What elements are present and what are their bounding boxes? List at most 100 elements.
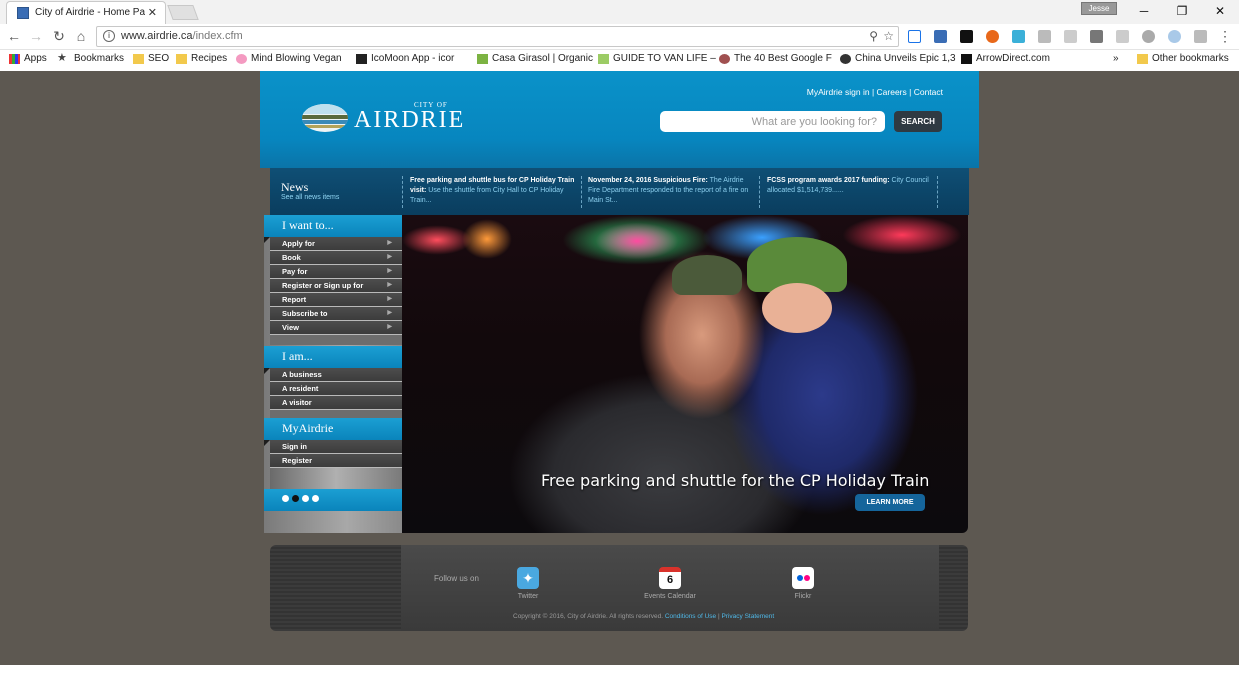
learn-more-button[interactable]: LEARN MORE: [855, 494, 925, 511]
search-input[interactable]: [660, 111, 885, 132]
extension-fire-icon[interactable]: [986, 30, 999, 43]
extension-grid-icon[interactable]: [934, 30, 947, 43]
bookmark-bookmarks[interactable]: ★ Bookmarks: [57, 52, 124, 64]
restore-icon[interactable]: ❐: [1163, 0, 1201, 24]
news-divider: [937, 176, 938, 208]
logo-landscape-icon: [302, 104, 348, 132]
site-info-icon[interactable]: i: [103, 30, 115, 42]
bookmark-van-life[interactable]: GUIDE TO VAN LIFE –: [598, 53, 716, 64]
news-item[interactable]: November 24, 2016 Suspicious Fire: The A…: [588, 176, 753, 206]
menu-item-pay-for[interactable]: Pay for ▶: [270, 265, 402, 279]
privacy-statement-link[interactable]: Privacy Statement: [721, 613, 774, 620]
new-tab-button[interactable]: [167, 5, 199, 20]
extension-screenshot-icon[interactable]: [908, 30, 921, 43]
arrow-right-icon: ▶: [387, 268, 392, 274]
menu-item-view[interactable]: View ▶: [270, 321, 402, 335]
slider-dot[interactable]: [312, 495, 319, 502]
events-calendar-link[interactable]: 6 Events Calendar: [640, 567, 700, 600]
sidebar: I want to... Apply for ▶ Book ▶ Pay for ▶ R…: [264, 215, 402, 533]
hero-slide[interactable]: Free parking and shuttle for the CP Holi…: [402, 215, 968, 533]
slider-pagination: [264, 489, 402, 511]
extension-chat-icon[interactable]: [1090, 30, 1103, 43]
extension-book-icon[interactable]: [1064, 30, 1077, 43]
arrow-right-icon: ▶: [387, 254, 392, 260]
bookmark-recipes[interactable]: Recipes: [176, 53, 227, 64]
site-icon: [598, 53, 609, 64]
bookmark-apps[interactable]: Apps: [9, 53, 47, 64]
news-item[interactable]: Free parking and shuttle bus for CP Holi…: [410, 176, 575, 206]
extension-cloud-icon[interactable]: [1142, 30, 1155, 43]
menu-spacer: [270, 410, 402, 418]
twitter-link[interactable]: ✦ Twitter: [498, 567, 558, 600]
menu-icon[interactable]: ⋮: [1216, 27, 1234, 45]
calendar-icon: 6: [659, 567, 681, 589]
arrow-right-icon: ▶: [387, 310, 392, 316]
reload-icon[interactable]: ↻: [50, 27, 68, 45]
see-all-news-link[interactable]: See all news items: [281, 194, 339, 201]
menu-item-subscribe[interactable]: Subscribe to ▶: [270, 307, 402, 321]
bookmark-star-icon[interactable]: ☆: [883, 29, 894, 43]
address-bar[interactable]: i www.airdrie.ca/index.cfm ⚲ ☆: [96, 26, 899, 47]
site-footer: Follow us on ✦ Twitter 6 Events Calendar…: [270, 545, 968, 631]
bookmark-arrowdirect[interactable]: ArrowDirect.com: [961, 53, 1050, 64]
bookmark-icomoon[interactable]: IcoMoon App - icor: [356, 53, 454, 64]
menu-item-visitor[interactable]: A visitor: [270, 396, 402, 410]
search-icon[interactable]: ⚲: [869, 29, 878, 43]
slider-dot[interactable]: [282, 495, 289, 502]
profile-button[interactable]: Jesse: [1081, 2, 1117, 15]
menu-item-report[interactable]: Report ▶: [270, 293, 402, 307]
bookmark-40-best-google[interactable]: The 40 Best Google F: [719, 53, 832, 64]
slider-dot-active[interactable]: [292, 495, 299, 502]
site-icon: [840, 53, 851, 64]
menu-spacer: [270, 468, 402, 489]
bookmark-casa-girasol[interactable]: Casa Girasol | Organic: [477, 53, 593, 64]
copyright: Copyright © 2016, City of Airdrie. All r…: [513, 613, 775, 620]
arrow-right-icon: ▶: [387, 324, 392, 330]
bookmark-china-unveils[interactable]: China Unveils Epic 1,3: [840, 53, 956, 64]
site-icon: [356, 53, 367, 64]
bookmarks-bar: Apps ★ Bookmarks SEO Recipes Mind Blowing…: [0, 51, 1239, 69]
menu-item-register[interactable]: Register or Sign up for ▶: [270, 279, 402, 293]
menu-item-apply-for[interactable]: Apply for ▶: [270, 237, 402, 251]
menu-item-register-account[interactable]: Register: [270, 454, 402, 468]
extension-eyedropper-icon[interactable]: [1012, 30, 1025, 43]
contact-link[interactable]: Contact: [914, 87, 943, 97]
extension-translate-icon[interactable]: [1116, 30, 1129, 43]
myairdrie-signin-link[interactable]: MyAirdrie sign in: [807, 87, 870, 97]
news-bar: News See all news items Free parking and…: [270, 168, 969, 215]
extension-dark-icon[interactable]: [960, 30, 973, 43]
browser-tab[interactable]: City of Airdrie - Home Pa ✕: [6, 1, 166, 24]
extension-k-icon[interactable]: [1194, 30, 1207, 43]
city-logo[interactable]: CITY OF AIRDRIE: [302, 99, 502, 139]
news-divider: [581, 176, 582, 208]
extension-globe-icon[interactable]: [1168, 30, 1181, 43]
bookmark-seo[interactable]: SEO: [133, 53, 169, 64]
forward-icon[interactable]: →: [27, 27, 45, 45]
browser-toolbar: ← → ↻ ⌂ i www.airdrie.ca/index.cfm ⚲ ☆ ⋮: [0, 24, 1239, 50]
extension-c-icon[interactable]: [1038, 30, 1051, 43]
bookmarks-overflow[interactable]: »: [1113, 53, 1119, 64]
home-icon[interactable]: ⌂: [72, 27, 90, 45]
conditions-of-use-link[interactable]: Conditions of Use: [665, 613, 716, 620]
minimize-icon[interactable]: ─: [1125, 0, 1163, 24]
slider-dot[interactable]: [302, 495, 309, 502]
menu-item-book[interactable]: Book ▶: [270, 251, 402, 265]
menu-item-business[interactable]: A business: [270, 368, 402, 382]
bookmark-other[interactable]: Other bookmarks: [1137, 53, 1229, 64]
tab-title: City of Airdrie - Home Pa: [35, 7, 145, 18]
menu-item-sign-in[interactable]: Sign in: [270, 440, 402, 454]
news-item[interactable]: FCSS program awards 2017 funding: City C…: [767, 176, 932, 196]
menu-item-resident[interactable]: A resident: [270, 382, 402, 396]
close-window-icon[interactable]: ✕: [1201, 0, 1239, 24]
i-am-heading: I am...: [264, 346, 402, 374]
site-icon: [236, 53, 247, 64]
toque-hat: [672, 255, 742, 295]
i-want-to-heading: I want to...: [264, 215, 402, 243]
bookmark-mind-blowing-vegan[interactable]: Mind Blowing Vegan: [236, 53, 342, 64]
careers-link[interactable]: Careers: [877, 87, 907, 97]
search-button[interactable]: SEARCH: [894, 111, 942, 132]
close-tab-icon[interactable]: ✕: [148, 6, 157, 19]
site-icon: [961, 53, 972, 64]
flickr-link[interactable]: Flickr: [773, 567, 833, 600]
back-icon[interactable]: ←: [5, 27, 23, 45]
